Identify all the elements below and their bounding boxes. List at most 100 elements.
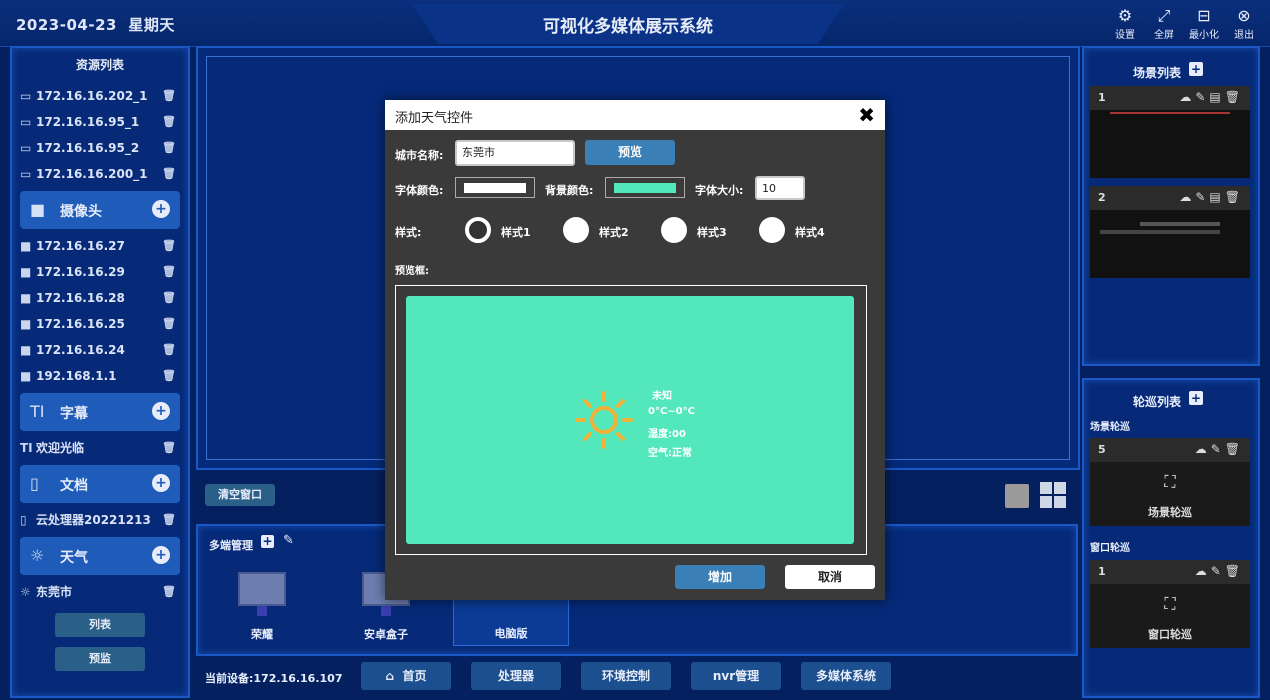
- style-radio-3[interactable]: [661, 217, 687, 243]
- add-camera-button[interactable]: +: [152, 200, 170, 218]
- settings-button[interactable]: ⚙ 设置: [1107, 6, 1143, 41]
- preview-button[interactable]: 预览: [585, 140, 675, 165]
- category-document[interactable]: ▯ 文档 +: [20, 465, 180, 503]
- cancel-button[interactable]: 取消: [785, 565, 875, 589]
- trash-icon[interactable]: 🗑: [162, 438, 176, 458]
- nav-nvr[interactable]: nvr管理: [691, 662, 781, 690]
- weather-temp: 0°C~0°C: [648, 406, 695, 417]
- add-weather-button[interactable]: +: [152, 546, 170, 564]
- camera-item[interactable]: ■ 172.16.16.28 🗑: [20, 288, 180, 308]
- font-color-label: 字体颜色:: [395, 184, 444, 197]
- window-tour-icon: ⛶: [1164, 594, 1176, 613]
- add-button[interactable]: 增加: [675, 565, 765, 589]
- weather-item[interactable]: ☼ 东莞市 🗑: [20, 582, 180, 602]
- nav-multimedia[interactable]: 多媒体系统: [801, 662, 891, 690]
- camera-icon: ■: [20, 317, 32, 331]
- weather-condition: 未知: [652, 391, 672, 402]
- device-item[interactable]: ▭ 172.16.16.95_1 🗑: [20, 112, 180, 132]
- trash-icon[interactable]: 🗑: [162, 314, 176, 334]
- close-icon[interactable]: ✖: [858, 103, 875, 127]
- font-size-label: 字体大小:: [695, 184, 744, 197]
- trash-icon[interactable]: 🗑: [162, 86, 176, 106]
- close-icon: ⊗: [1237, 6, 1251, 25]
- monitor-icon: ▭: [20, 115, 32, 129]
- grid-layout-icon[interactable]: [1040, 482, 1066, 508]
- trash-icon[interactable]: 🗑: [162, 510, 176, 530]
- camera-icon: ■: [30, 200, 46, 219]
- camera-item[interactable]: ■ 172.16.16.24 🗑: [20, 340, 180, 360]
- tour-actions[interactable]: ☁✎🗑: [1195, 564, 1244, 578]
- style-radio-4[interactable]: [759, 217, 785, 243]
- subtitle-item[interactable]: TI 欢迎光临 🗑: [20, 438, 180, 458]
- preview-frame-label: 预览框:: [395, 266, 429, 277]
- scene-card[interactable]: 1 ☁✎▤🗑: [1090, 86, 1250, 178]
- add-subtitle-button[interactable]: +: [152, 402, 170, 420]
- trash-icon[interactable]: 🗑: [162, 236, 176, 256]
- scene-card[interactable]: 2 ☁✎▤🗑: [1090, 186, 1250, 278]
- scene-actions[interactable]: ☁✎▤🗑: [1179, 90, 1244, 104]
- device-item[interactable]: ▭ 172.16.16.95_2 🗑: [20, 138, 180, 158]
- weekday-text: 星期天: [128, 16, 175, 34]
- category-weather[interactable]: ☼ 天气 +: [20, 537, 180, 575]
- nav-processor[interactable]: 处理器: [471, 662, 561, 690]
- add-tour-button[interactable]: +: [1189, 391, 1203, 405]
- weather-humidity: 湿度:00: [648, 429, 686, 440]
- trash-icon[interactable]: 🗑: [162, 366, 176, 386]
- device-item[interactable]: ▭ 172.16.16.202_1 🗑: [20, 86, 180, 106]
- trash-icon[interactable]: 🗑: [162, 262, 176, 282]
- nav-environment[interactable]: 环境控制: [581, 662, 671, 690]
- font-size-input[interactable]: 10: [755, 176, 805, 200]
- scene-tour-icon: ⛶: [1164, 472, 1176, 491]
- camera-item[interactable]: ■ 172.16.16.29 🗑: [20, 262, 180, 282]
- trash-icon[interactable]: 🗑: [162, 112, 176, 132]
- monitor-icon: ▭: [20, 89, 32, 103]
- window-tour-card[interactable]: 1 ☁✎🗑 ⛶ 窗口轮巡: [1090, 560, 1250, 648]
- style-radio-2[interactable]: [563, 217, 589, 243]
- nav-home[interactable]: ⌂ 首页: [361, 662, 451, 690]
- trash-icon[interactable]: 🗑: [162, 164, 176, 184]
- trash-icon[interactable]: 🗑: [162, 340, 176, 360]
- category-camera[interactable]: ■ 摄像头 +: [20, 191, 180, 229]
- device-card-honor[interactable]: 荣耀: [232, 572, 292, 642]
- trash-icon[interactable]: 🗑: [162, 582, 176, 602]
- preview-monitor-button[interactable]: 预监: [55, 647, 145, 671]
- monitor-icon: ▭: [20, 141, 32, 155]
- list-button[interactable]: 列表: [55, 613, 145, 637]
- city-label: 城市名称:: [395, 149, 444, 162]
- gear-icon: ⚙: [1117, 6, 1133, 25]
- document-item[interactable]: ▯ 云处理器20221213 🗑: [20, 510, 180, 530]
- exit-button[interactable]: ⊗ 退出: [1226, 6, 1262, 41]
- camera-item[interactable]: ■ 172.16.16.25 🗑: [20, 314, 180, 334]
- monitor-icon: ▭: [20, 167, 32, 181]
- city-input[interactable]: 东莞市: [455, 140, 575, 166]
- style-radio-1[interactable]: [465, 217, 491, 243]
- trash-icon[interactable]: 🗑: [162, 288, 176, 308]
- multi-device-title: 多端管理: [209, 539, 253, 552]
- camera-item[interactable]: ■ 192.168.1.1 🗑: [20, 366, 180, 386]
- weather-air: 空气:正常: [648, 448, 692, 459]
- edit-icon[interactable]: ✎: [283, 533, 294, 548]
- single-layout-icon[interactable]: [1005, 484, 1029, 508]
- camera-icon: ■: [20, 369, 32, 383]
- clear-windows-button[interactable]: 清空窗口: [205, 484, 275, 506]
- device-item[interactable]: ▭ 172.16.16.200_1 🗑: [20, 164, 180, 184]
- camera-icon: ■: [20, 291, 32, 305]
- minimize-button[interactable]: ⊟ 最小化: [1186, 6, 1222, 41]
- camera-icon: ■: [20, 265, 32, 279]
- window-tour-label: 窗口轮巡: [1090, 543, 1130, 554]
- category-subtitle[interactable]: TI 字幕 +: [20, 393, 180, 431]
- preview-frame: 未知 0°C~0°C 湿度:00 空气:正常: [395, 285, 867, 555]
- scene-tour-card[interactable]: 5 ☁✎🗑 ⛶ 场景轮巡: [1090, 438, 1250, 526]
- tour-actions[interactable]: ☁✎🗑: [1195, 442, 1244, 456]
- add-document-button[interactable]: +: [152, 474, 170, 492]
- add-device-button[interactable]: +: [261, 535, 274, 548]
- trash-icon[interactable]: 🗑: [162, 138, 176, 158]
- bg-color-picker[interactable]: [605, 177, 685, 198]
- fullscreen-button[interactable]: ⤢ 全屏: [1146, 6, 1182, 41]
- scene-list-title: 场景列表: [1133, 66, 1182, 80]
- camera-item[interactable]: ■ 172.16.16.27 🗑: [20, 236, 180, 256]
- add-scene-button[interactable]: +: [1189, 62, 1203, 76]
- font-color-picker[interactable]: [455, 177, 535, 198]
- camera-icon: ■: [20, 343, 32, 357]
- scene-actions[interactable]: ☁✎▤🗑: [1179, 190, 1244, 204]
